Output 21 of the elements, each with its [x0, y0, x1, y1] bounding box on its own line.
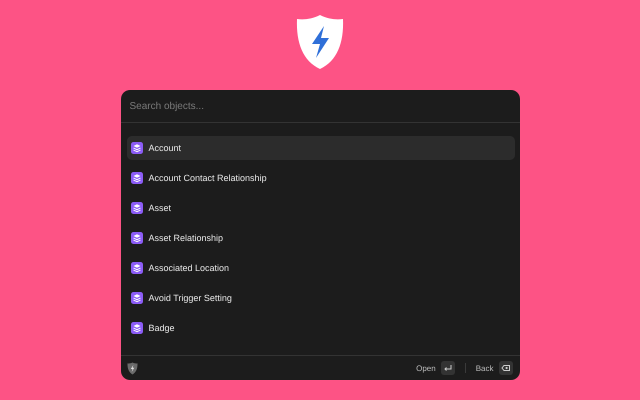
object-list-item[interactable]: Asset Relationship — [126, 226, 514, 250]
layers-icon — [130, 322, 142, 334]
layers-icon — [130, 172, 142, 184]
object-list-item[interactable]: Account — [126, 136, 514, 160]
layers-icon — [130, 232, 142, 244]
layers-icon — [130, 202, 142, 214]
object-list-item[interactable]: Badge — [126, 316, 514, 340]
object-list-item[interactable]: Asset — [126, 196, 514, 220]
shield-bolt-icon — [126, 362, 138, 374]
shield-bolt-logo-icon — [295, 13, 345, 71]
object-list-item[interactable]: Associated Location — [126, 256, 514, 280]
object-list-item[interactable]: Account Contact Relationship — [126, 166, 514, 190]
search-field[interactable]: Search objects... — [130, 100, 510, 112]
action-label[interactable]: Open — [416, 364, 436, 372]
backspace-key-icon — [498, 361, 512, 375]
layers-icon — [130, 292, 142, 304]
layers-icon — [130, 262, 142, 274]
return-key-icon — [440, 361, 455, 375]
action-label[interactable]: Back — [476, 364, 494, 372]
layers-icon — [130, 142, 142, 154]
object-list-item[interactable]: Avoid Trigger Setting — [126, 286, 514, 310]
